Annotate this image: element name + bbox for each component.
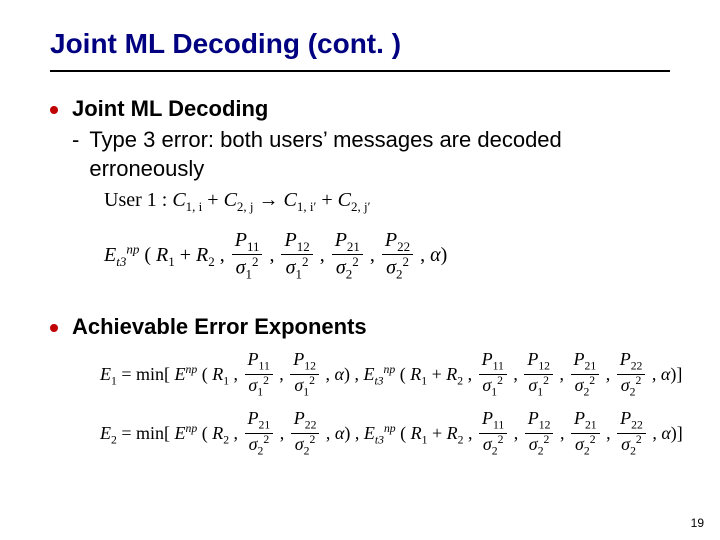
slide-title: Joint ML Decoding (cont. ) [50, 28, 670, 60]
bullet-2-heading: Achievable Error Exponents [72, 314, 367, 340]
formula-e2: E2 = min[ Enp ( R2 , P21σ22 , P22σ22 , α… [100, 409, 670, 458]
dash-icon: - [72, 126, 79, 155]
bullet-1-sub: - Type 3 error: both users’ messages are… [72, 126, 670, 183]
title-rule [50, 70, 670, 72]
bullet-1: Joint ML Decoding [50, 96, 670, 122]
formula-user1: User 1 : C1, i + C2, j → C1, i′ + C2, j′ [104, 189, 670, 215]
formula-et3: Et3np ( R1 + R2 , P11σ12 , P12σ12 , P21σ… [104, 229, 670, 282]
bullet-1-subtext: Type 3 error: both users’ messages are d… [89, 126, 670, 183]
page-number: 19 [691, 516, 704, 530]
bullet-1-heading: Joint ML Decoding [72, 96, 268, 122]
formula-e1: E1 = min[ Enp ( R1 , P11σ12 , P12σ12 , α… [100, 350, 670, 399]
bullet-dot-icon [50, 106, 58, 114]
bullet-dot-icon [50, 324, 58, 332]
bullet-2: Achievable Error Exponents [50, 314, 670, 340]
